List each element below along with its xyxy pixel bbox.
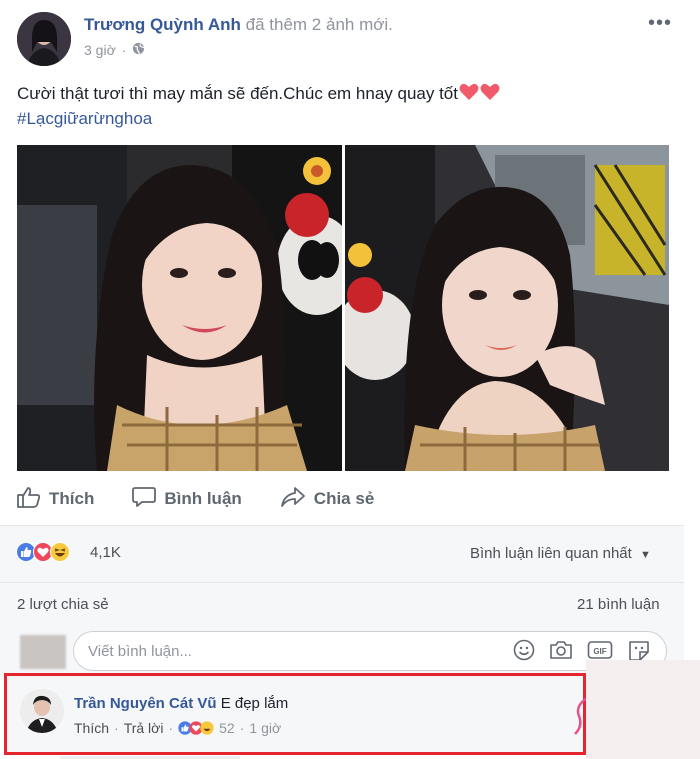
- stats-row: 2 lượt chia sẻ 21 bình luận: [0, 583, 684, 627]
- reaction-icons[interactable]: [16, 542, 70, 562]
- caret-down-icon: ▼: [639, 549, 651, 561]
- dot-separator: ·: [121, 42, 127, 58]
- comment-time[interactable]: 1 giờ: [249, 720, 281, 736]
- background-panel: [586, 660, 700, 759]
- comment-reply-link[interactable]: Trả lời: [124, 720, 164, 736]
- author-avatar[interactable]: [17, 12, 71, 66]
- comment-meta: Thích · Trả lời · 52 · 1 giờ: [74, 720, 281, 736]
- post-actions-bar: Thích Bình luận Chia sẻ: [17, 482, 374, 516]
- gif-icon[interactable]: GIF: [587, 639, 613, 661]
- dot-separator: ·: [114, 720, 119, 736]
- comment-count[interactable]: 21 bình luận: [577, 596, 660, 613]
- camera-icon[interactable]: [549, 639, 573, 661]
- haha-reaction-icon: [50, 542, 70, 562]
- svg-text:GIF: GIF: [593, 647, 606, 656]
- share-arrow-icon: [280, 486, 306, 513]
- like-label: Thích: [49, 489, 95, 508]
- comment-reaction-count[interactable]: 52: [219, 720, 235, 736]
- post-photo-1[interactable]: [17, 145, 342, 471]
- comment-line: Trần Nguyên Cát Vũ E đẹp lắm: [74, 695, 288, 712]
- comment-bubble-icon: [132, 486, 157, 513]
- dot-separator: ·: [168, 720, 174, 736]
- share-count[interactable]: 2 lượt chia sẻ: [17, 596, 109, 613]
- post-time[interactable]: 3 giờ: [84, 42, 116, 58]
- comment-text: E đẹp lắm: [220, 695, 289, 712]
- caption-text: Cười thật tươi thì may mắn sẽ đến.Chúc e…: [17, 84, 458, 103]
- sort-label: Bình luận liên quan nhất: [470, 545, 632, 562]
- reaction-count[interactable]: 4,1K: [90, 544, 121, 561]
- author-name[interactable]: Trương Quỳnh Anh: [84, 15, 241, 34]
- comment-sort-dropdown[interactable]: Bình luận liên quan nhất ▼: [470, 545, 651, 562]
- haha-reaction-icon: [200, 721, 214, 735]
- comment-composer: GIF: [0, 627, 684, 675]
- comment-button[interactable]: Bình luận: [132, 486, 242, 513]
- reactions-row: 4,1K Bình luận liên quan nhất ▼: [0, 526, 684, 582]
- post-action-text: đã thêm 2 ảnh mới.: [245, 15, 393, 34]
- heart-emoji-icon: [480, 83, 500, 100]
- author-line: Trương Quỳnh Anh đã thêm 2 ảnh mới.: [84, 15, 393, 35]
- commenter-avatar[interactable]: [20, 689, 64, 733]
- more-options-icon[interactable]: •••: [648, 12, 672, 35]
- post-caption: Cười thật tươi thì may mắn sẽ đến.Chúc e…: [17, 81, 657, 131]
- comment-reaction-icons[interactable]: [178, 721, 214, 735]
- heart-emoji-icon: [459, 83, 479, 100]
- viewer-avatar: [20, 635, 66, 669]
- post-meta: 3 giờ ·: [84, 42, 145, 58]
- globe-icon: [132, 42, 145, 58]
- hashtag-link[interactable]: #Lạcgiữarừnghoa: [17, 109, 152, 128]
- composer-icons: GIF: [513, 639, 651, 661]
- post-photo-2[interactable]: [345, 145, 669, 471]
- commenter-name[interactable]: Trần Nguyên Cát Vũ: [74, 695, 217, 712]
- comment-like-link[interactable]: Thích: [74, 720, 109, 736]
- emoji-icon[interactable]: [513, 639, 535, 661]
- like-button[interactable]: Thích: [17, 486, 94, 513]
- thumbs-up-icon: [17, 486, 41, 513]
- share-label: Chia sẻ: [313, 489, 375, 508]
- highlighted-comment: Trần Nguyên Cát Vũ E đẹp lắm Thích · Trả…: [4, 673, 588, 755]
- sticker-icon[interactable]: [627, 639, 651, 661]
- facebook-post: Trương Quỳnh Anh đã thêm 2 ảnh mới. 3 gi…: [0, 0, 684, 759]
- dot-separator: ·: [239, 720, 245, 736]
- comment-label: Bình luận: [164, 489, 242, 508]
- share-button[interactable]: Chia sẻ: [280, 486, 374, 513]
